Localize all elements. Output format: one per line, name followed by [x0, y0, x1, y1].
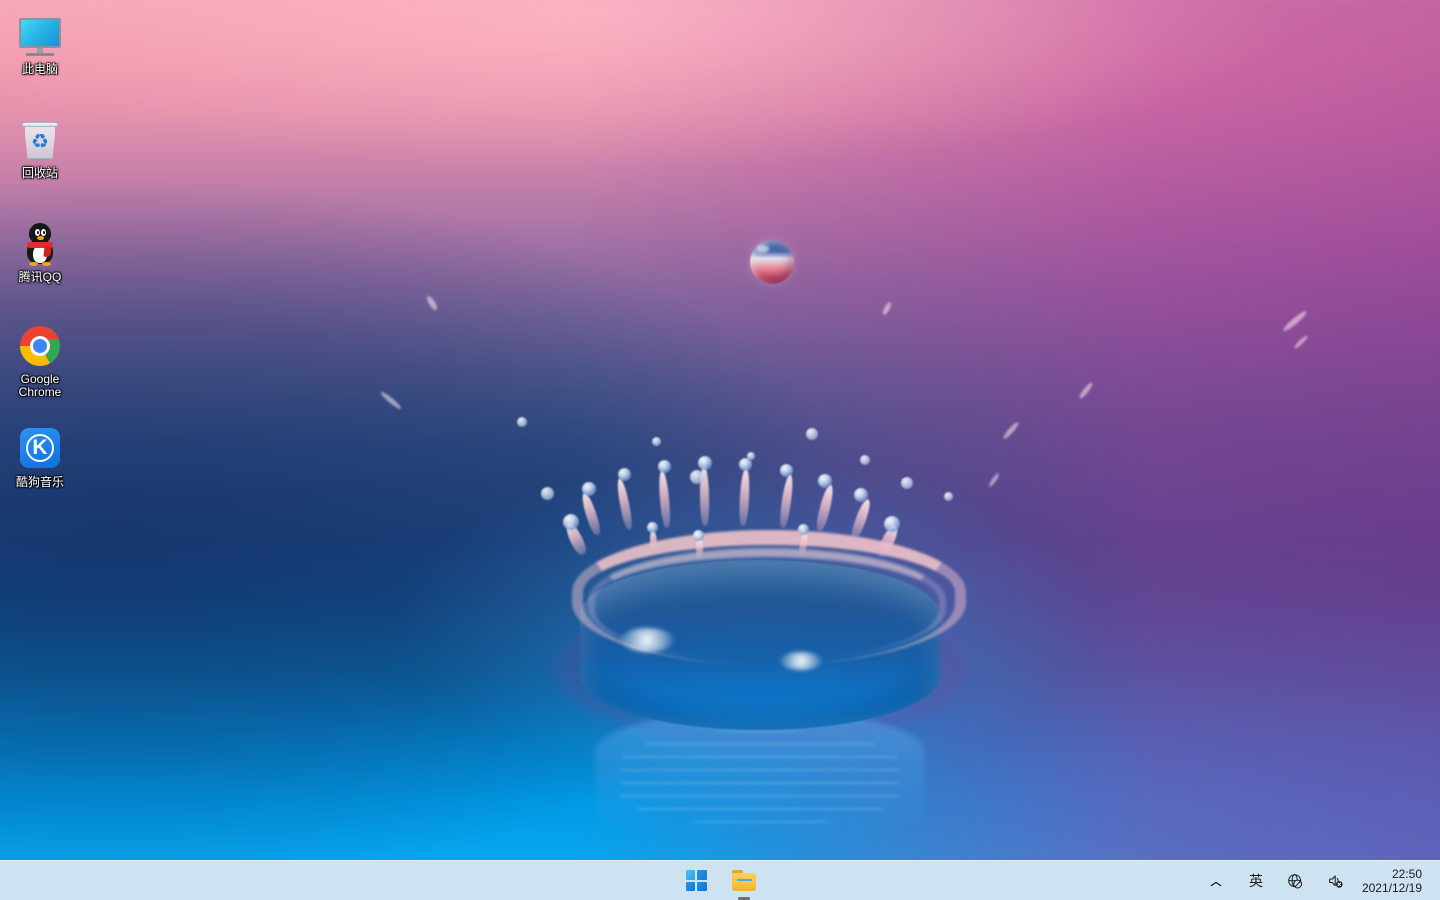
desktop-icon-recycle-bin[interactable]: ♻ 回收站 — [0, 110, 80, 184]
splash-spike — [778, 473, 795, 529]
splash-ripples — [620, 730, 900, 826]
clock-button[interactable]: 22:50 2021/12/19 — [1356, 864, 1432, 898]
desktop-icon-kugou-music[interactable]: K 酷狗音乐 — [0, 419, 80, 493]
clock-date: 2021/12/19 — [1361, 881, 1422, 895]
folder-icon — [731, 869, 757, 892]
desktop-icon-label: Google Chrome — [18, 372, 62, 399]
network-button[interactable] — [1276, 864, 1316, 898]
speaker-muted-icon — [1329, 875, 1343, 888]
desktop-wallpaper — [0, 0, 1440, 860]
desktop-icon-google-chrome[interactable]: Google Chrome — [0, 316, 80, 403]
ime-indicator[interactable]: 英 — [1236, 864, 1276, 898]
start-button[interactable] — [676, 863, 716, 899]
desktop[interactable]: 此电脑 ♻ 回收站 腾讯QQ Google Chrome K 酷狗音乐 ︿ 英 … — [0, 0, 1440, 900]
splash-bead — [582, 482, 596, 496]
splash-bead — [658, 460, 671, 473]
splash-bead — [798, 524, 809, 535]
clock-time: 22:50 — [1391, 867, 1422, 881]
splash-bead — [563, 514, 579, 530]
water-splash-crown — [500, 430, 1000, 860]
splash-highlight — [780, 652, 822, 670]
splash-bead — [693, 530, 704, 541]
flying-droplet — [517, 417, 527, 427]
desktop-icon-label: 回收站 — [21, 166, 58, 180]
splash-spike — [657, 469, 672, 529]
splash-spike — [615, 477, 634, 531]
splash-spike — [814, 483, 836, 533]
splash-bead — [780, 464, 793, 477]
splash-bead — [854, 488, 868, 502]
desktop-icon-label: 酷狗音乐 — [15, 475, 64, 489]
recycle-bin-icon: ♻ — [16, 116, 64, 164]
flying-droplet — [806, 428, 818, 440]
desktop-icon-this-pc[interactable]: 此电脑 — [0, 6, 80, 80]
volume-button[interactable] — [1316, 864, 1356, 898]
splash-bead — [647, 522, 658, 533]
splash-spike — [579, 491, 603, 537]
kugou-letter: K — [32, 436, 48, 459]
splash-inner-spike — [649, 529, 658, 555]
desktop-icon-grid: 此电脑 ♻ 回收站 腾讯QQ Google Chrome K 酷狗音乐 — [0, 0, 80, 493]
desktop-icon-tencent-qq[interactable]: 腾讯QQ — [0, 214, 80, 288]
splash-spike — [738, 467, 751, 527]
desktop-icon-label: 腾讯QQ — [18, 270, 62, 284]
chrome-icon — [16, 322, 64, 370]
splash-bead — [618, 468, 631, 481]
taskbar-item-file-explorer[interactable] — [724, 863, 764, 900]
running-indicator — [738, 896, 750, 900]
monitor-icon — [16, 12, 64, 60]
kugou-icon: K — [16, 425, 64, 473]
flying-droplet — [747, 452, 755, 460]
splash-spike — [849, 497, 873, 541]
falling-water-droplet — [750, 240, 794, 284]
windows-logo-icon — [685, 870, 707, 891]
show-hidden-icons-button[interactable]: ︿ — [1196, 864, 1236, 898]
flying-droplet — [690, 470, 704, 484]
desktop-icon-label: 此电脑 — [21, 62, 58, 76]
system-tray: ︿ 英 22:50 2021/12/19 — [1196, 861, 1440, 900]
flying-droplet — [541, 487, 554, 500]
splash-highlight — [620, 628, 674, 652]
splash-bead — [698, 456, 712, 470]
splash-bead — [818, 474, 832, 488]
flying-droplet — [901, 477, 913, 489]
flying-droplet — [652, 437, 661, 446]
taskbar[interactable]: ︿ 英 22:50 2021/12/19 — [0, 860, 1440, 900]
flying-droplet — [860, 455, 870, 465]
splash-bead — [884, 516, 900, 532]
globe-no-internet-icon — [1288, 873, 1303, 888]
qq-penguin-icon — [16, 220, 64, 268]
flying-droplet — [944, 492, 953, 501]
